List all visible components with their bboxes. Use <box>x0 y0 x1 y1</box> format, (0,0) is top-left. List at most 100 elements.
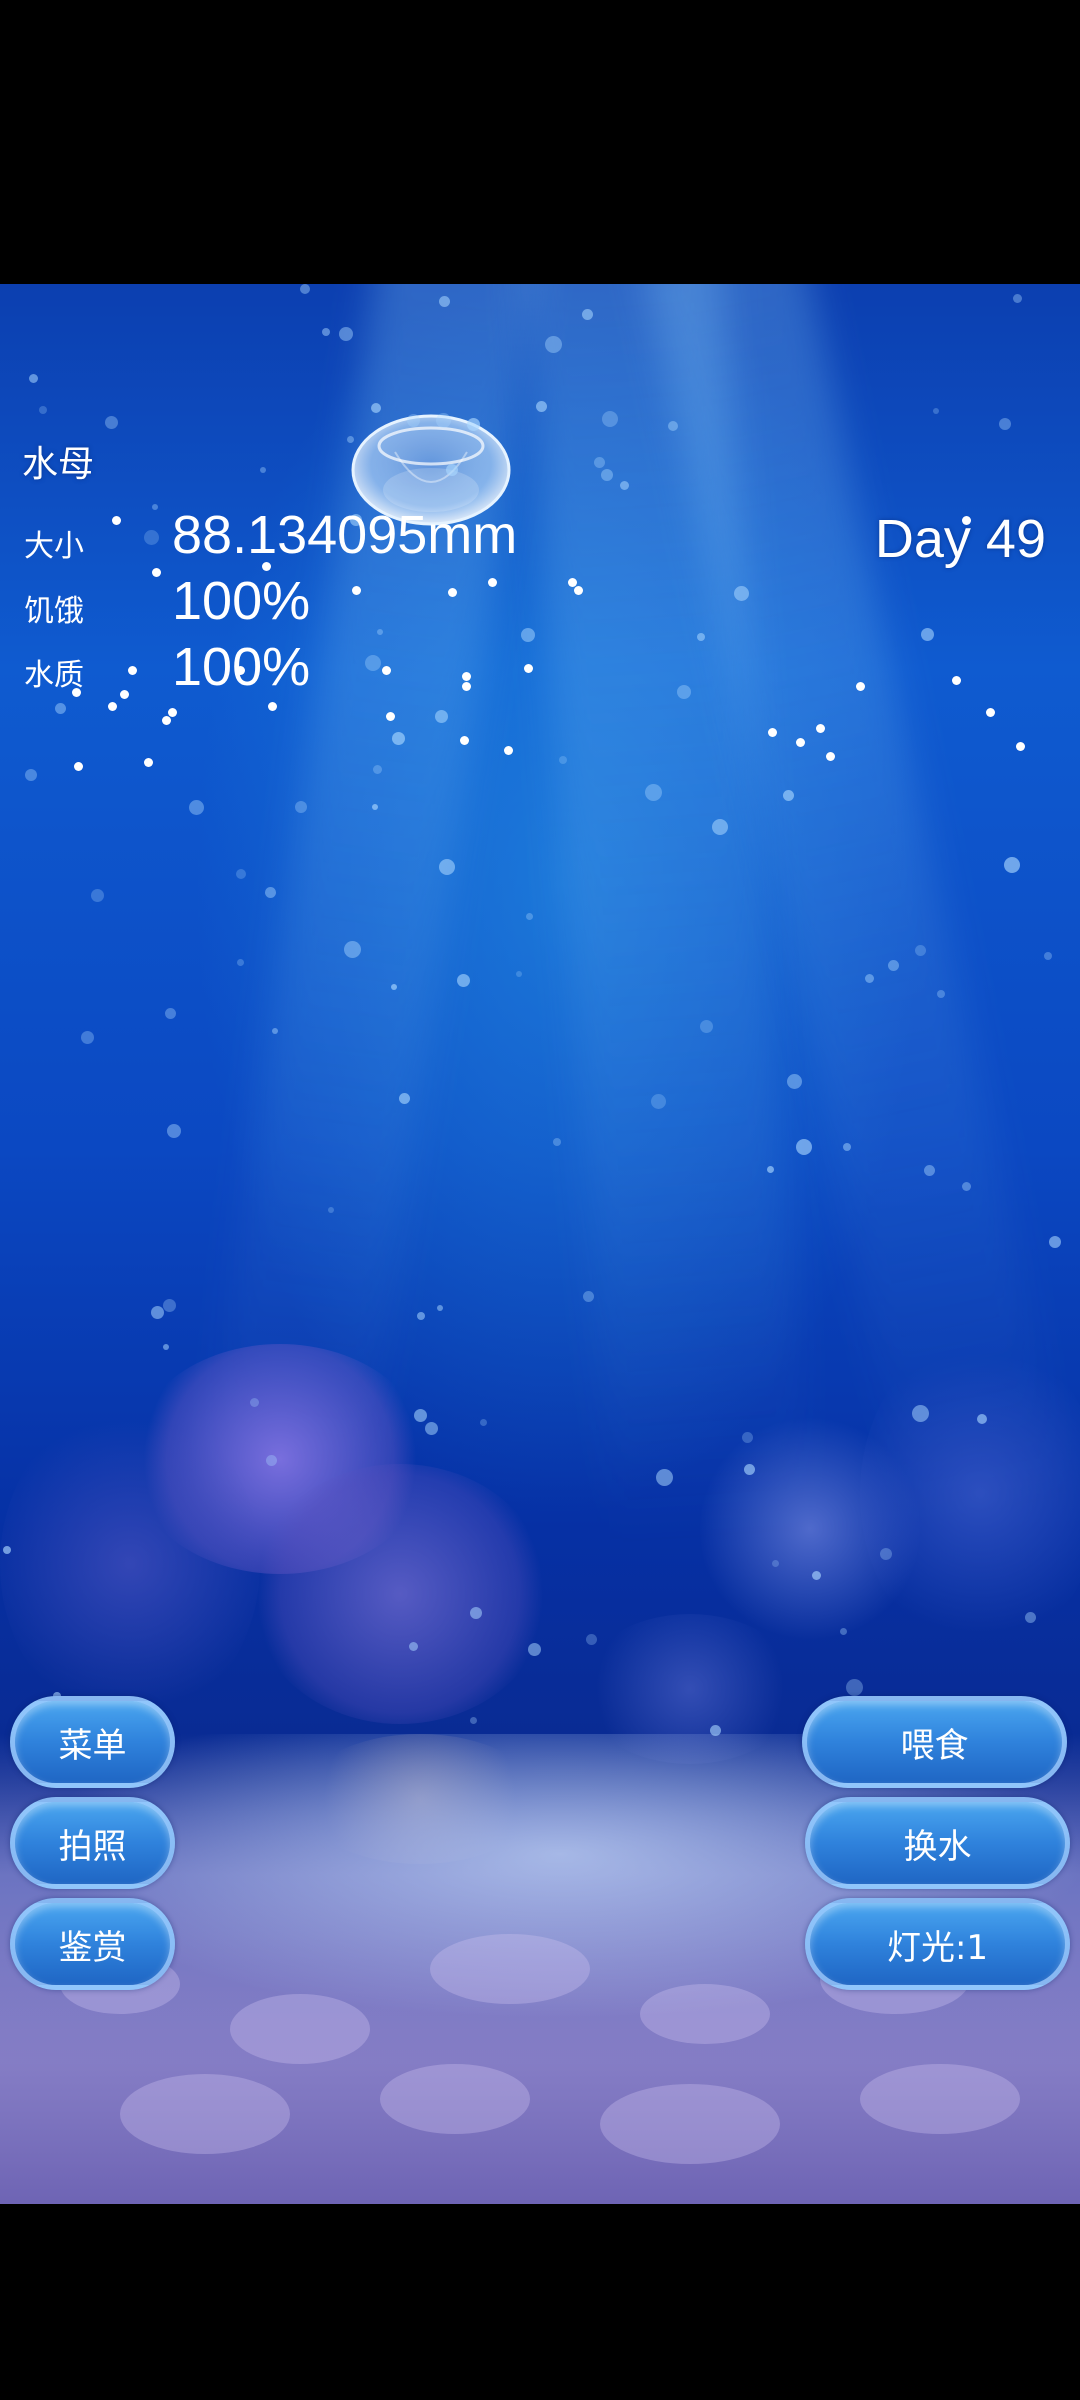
water-bubble <box>651 1094 666 1109</box>
water-bubble <box>439 296 450 307</box>
water-bubble <box>656 1469 673 1486</box>
water-bubble <box>439 859 455 875</box>
water-bubble <box>559 756 567 764</box>
food-particle <box>524 664 533 673</box>
change-water-button[interactable]: 换水 <box>805 1797 1070 1889</box>
water-bubble <box>668 421 678 431</box>
water-bubble <box>437 1305 443 1311</box>
water-bubble <box>620 481 629 490</box>
game-screen: 水母 大小 88.134095mm 饥饿 100% 水质 100% Day 49… <box>0 0 1080 2400</box>
water-bubble <box>962 1182 971 1191</box>
water-bubble <box>783 790 794 801</box>
food-particle <box>460 736 469 745</box>
food-particle <box>74 762 83 771</box>
water-bubble <box>272 1028 278 1034</box>
water-bubble <box>300 284 310 294</box>
water-bubble <box>25 769 37 781</box>
water-bubble <box>163 1344 169 1350</box>
stat-label-hunger: 饥饿 <box>24 594 84 629</box>
food-particle <box>856 682 865 691</box>
food-particle <box>108 702 117 711</box>
water-bubble <box>710 1725 721 1736</box>
light-button[interactable]: 灯光:1 <box>805 1898 1070 1990</box>
water-bubble <box>457 974 470 987</box>
water-bubble <box>977 1414 987 1424</box>
water-bubble <box>933 408 939 414</box>
water-bubble <box>526 913 533 920</box>
water-bubble <box>602 411 618 427</box>
water-bubble <box>937 990 945 998</box>
water-bubble <box>91 889 104 902</box>
water-bubble <box>645 784 662 801</box>
food-particle <box>120 690 129 699</box>
water-bubble <box>915 945 926 956</box>
food-particle <box>168 708 177 717</box>
water-bubble <box>1013 294 1022 303</box>
food-particle <box>386 712 395 721</box>
menu-button[interactable]: 菜单 <box>10 1696 175 1788</box>
water-bubble <box>377 629 383 635</box>
water-bubble <box>586 1634 597 1645</box>
photo-button[interactable]: 拍照 <box>10 1797 175 1889</box>
stat-value-hunger: 100% <box>172 571 311 631</box>
water-bubble <box>414 1409 427 1422</box>
water-bubble <box>528 1643 541 1656</box>
water-bubble <box>697 633 705 641</box>
water-bubble <box>480 1419 487 1426</box>
water-bubble <box>446 464 458 476</box>
food-particle <box>816 724 825 733</box>
water-bubble <box>189 800 204 815</box>
water-bubble <box>29 374 38 383</box>
water-bubble <box>912 1405 929 1422</box>
water-bubble <box>81 1031 94 1044</box>
water-bubble <box>582 309 593 320</box>
water-bubble <box>999 418 1011 430</box>
food-particle <box>448 588 457 597</box>
water-bubble <box>744 1464 755 1475</box>
water-bubble <box>151 1306 164 1319</box>
water-bubble <box>105 416 118 429</box>
species-name: 水母 <box>22 444 95 485</box>
water-bubble <box>921 628 934 641</box>
water-bubble <box>677 685 691 699</box>
water-bubble <box>545 336 562 353</box>
water-bubble <box>734 586 749 601</box>
water-bubble <box>470 1607 482 1619</box>
water-bubble <box>924 1165 935 1176</box>
food-particle <box>796 738 805 747</box>
water-bubble <box>796 1139 812 1155</box>
water-bubble <box>536 401 547 412</box>
water-bubble <box>700 1020 713 1033</box>
food-particle <box>952 676 961 685</box>
water-bubble <box>144 530 159 545</box>
day-counter: Day 49 <box>874 509 1046 569</box>
water-bubble <box>167 1124 181 1138</box>
gallery-button[interactable]: 鉴赏 <box>10 1898 175 1990</box>
water-bubble <box>328 1207 334 1213</box>
food-particle <box>574 586 583 595</box>
food-particle <box>504 746 513 755</box>
food-particle <box>128 666 137 675</box>
water-bubble <box>39 406 47 414</box>
food-particle <box>152 568 161 577</box>
food-particle <box>144 758 153 767</box>
water-bubble <box>152 504 158 510</box>
water-bubble <box>787 1074 802 1089</box>
water-bubble <box>712 819 728 835</box>
water-bubble <box>260 467 266 473</box>
water-bubble <box>888 960 899 971</box>
water-bubble <box>1025 1612 1036 1623</box>
water-bubble <box>865 974 874 983</box>
food-particle <box>768 728 777 737</box>
water-bubble <box>3 1546 11 1554</box>
feed-button[interactable]: 喂食 <box>802 1696 1067 1788</box>
water-bubble <box>812 1571 821 1580</box>
water-bubble <box>295 801 307 813</box>
food-particle <box>826 752 835 761</box>
water-bubble <box>521 628 535 642</box>
water-bubble <box>436 413 451 428</box>
water-bubble <box>553 1138 561 1146</box>
water-bubble <box>467 418 480 431</box>
water-bubble <box>265 887 276 898</box>
water-bubble <box>409 1642 418 1651</box>
